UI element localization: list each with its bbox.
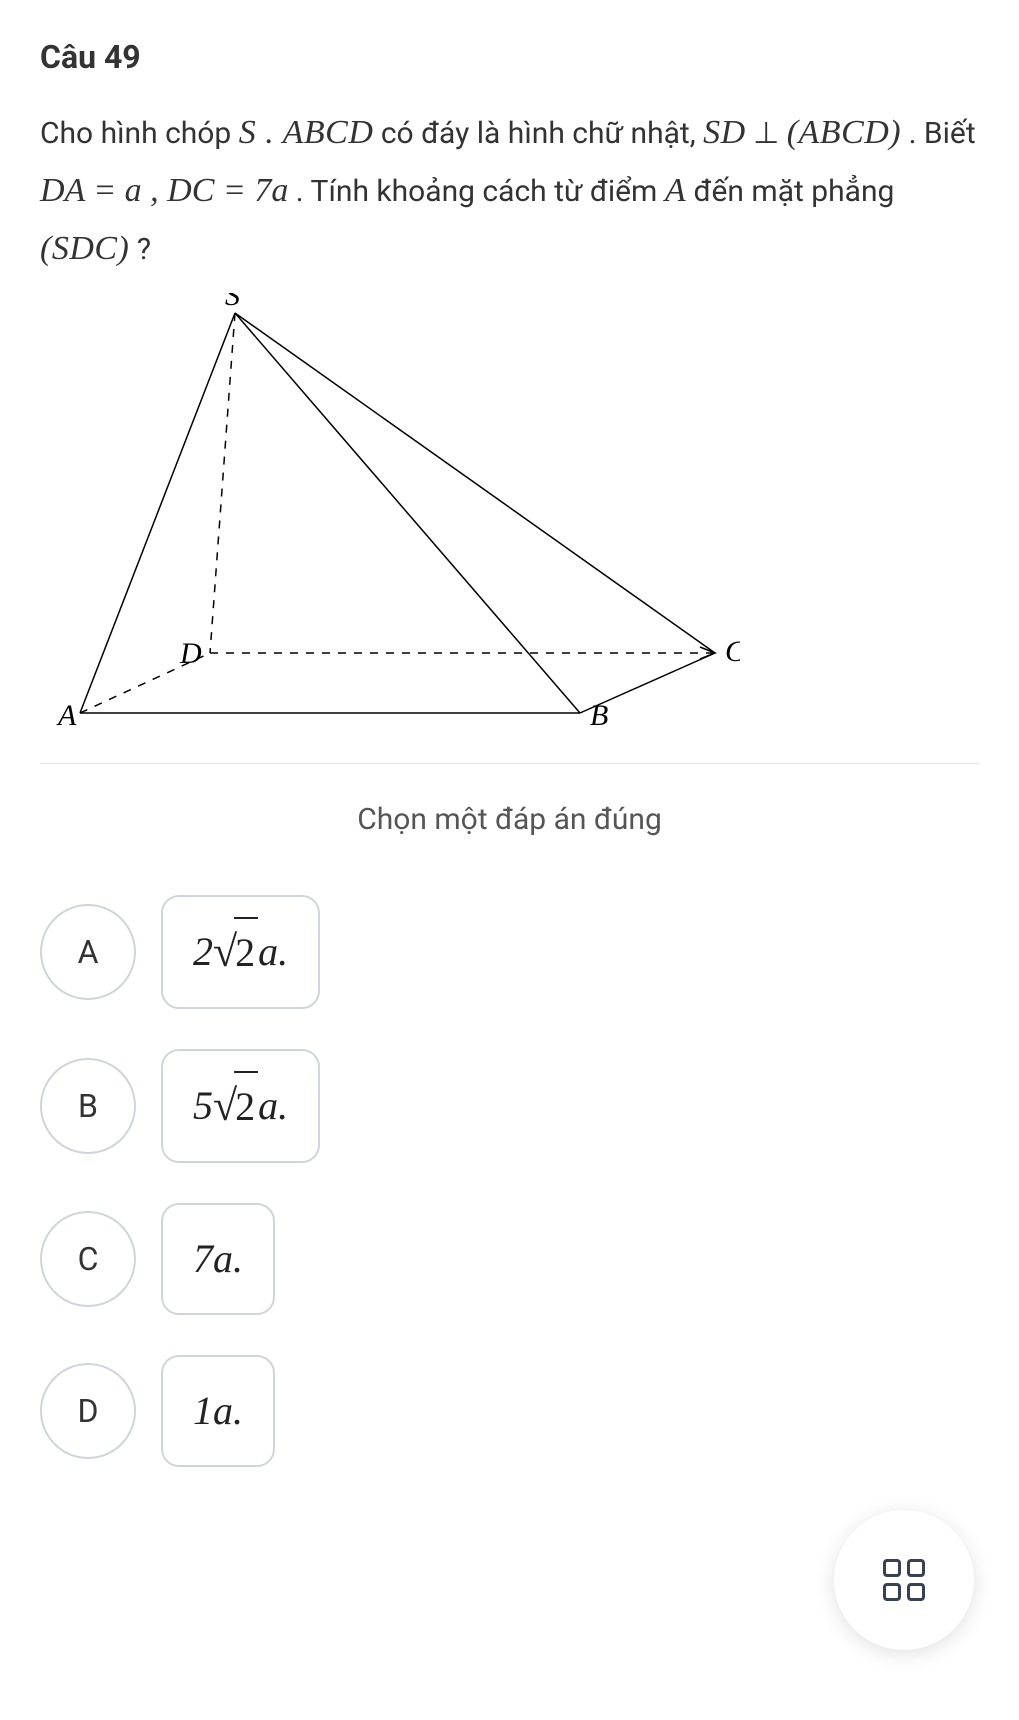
option-letter: B [40, 1058, 136, 1154]
text-fragment: . Biết [909, 116, 976, 151]
math-perp-lhs: SD [703, 114, 746, 151]
question-number: Câu 49 [40, 30, 979, 84]
option-answer: 1 a. [161, 1355, 275, 1467]
options-list: A 2 √2 a. B 5 √2 a. C 7 a. D 1 a. [40, 895, 979, 1467]
tail: a. [258, 918, 288, 986]
label-D: D [179, 637, 202, 670]
option-D[interactable]: D 1 a. [40, 1355, 979, 1467]
text-fragment: có đáy là hình chữ nhật, [381, 116, 703, 151]
pyramid-diagram: S A B C D [40, 293, 979, 733]
tail: a. [258, 1072, 288, 1140]
label-B: B [590, 699, 608, 732]
math-point-A: A [665, 172, 686, 209]
option-answer: 5 √2 a. [161, 1049, 320, 1163]
label-S: S [225, 293, 240, 312]
instruction-text: Chọn một đáp án đúng [40, 794, 979, 845]
label-A: A [56, 699, 77, 732]
option-B[interactable]: B 5 √2 a. [40, 1049, 979, 1163]
coef: 7 [193, 1225, 213, 1293]
option-A[interactable]: A 2 √2 a. [40, 895, 979, 1009]
grid-icon [883, 1559, 925, 1601]
math-perp-rhs: (ABCD) [787, 114, 901, 151]
coef: 2 [193, 918, 213, 986]
coef: 5 [193, 1072, 213, 1140]
perp-symbol: ⊥ [753, 117, 779, 150]
option-C[interactable]: C 7 a. [40, 1203, 979, 1315]
grid-menu-button[interactable] [834, 1510, 974, 1650]
tail: a. [213, 1225, 243, 1293]
divider [40, 763, 979, 764]
tail: a. [213, 1377, 243, 1445]
text-fragment: . Tính khoảng cách từ điểm [296, 174, 665, 209]
question-text: Cho hình chóp S . ABCD có đáy là hình ch… [40, 104, 979, 277]
text-fragment: Cho hình chóp [40, 116, 239, 151]
sqrt-icon: √2 [213, 1071, 258, 1141]
label-C: C [725, 635, 740, 668]
coef: 1 [193, 1377, 213, 1445]
option-answer: 2 √2 a. [161, 895, 320, 1009]
option-answer: 7 a. [161, 1203, 275, 1315]
question-mark: ? [137, 232, 151, 267]
text-fragment: đến mặt phẳng [694, 174, 895, 209]
math-plane-SDC: (SDC) [40, 230, 129, 267]
option-letter: C [40, 1211, 136, 1307]
sqrt-icon: √2 [213, 917, 258, 987]
math-pyramid: S . ABCD [239, 114, 374, 151]
option-letter: A [40, 904, 136, 1000]
option-letter: D [40, 1363, 136, 1459]
math-conditions: DA = a , DC = 7a [40, 172, 288, 209]
